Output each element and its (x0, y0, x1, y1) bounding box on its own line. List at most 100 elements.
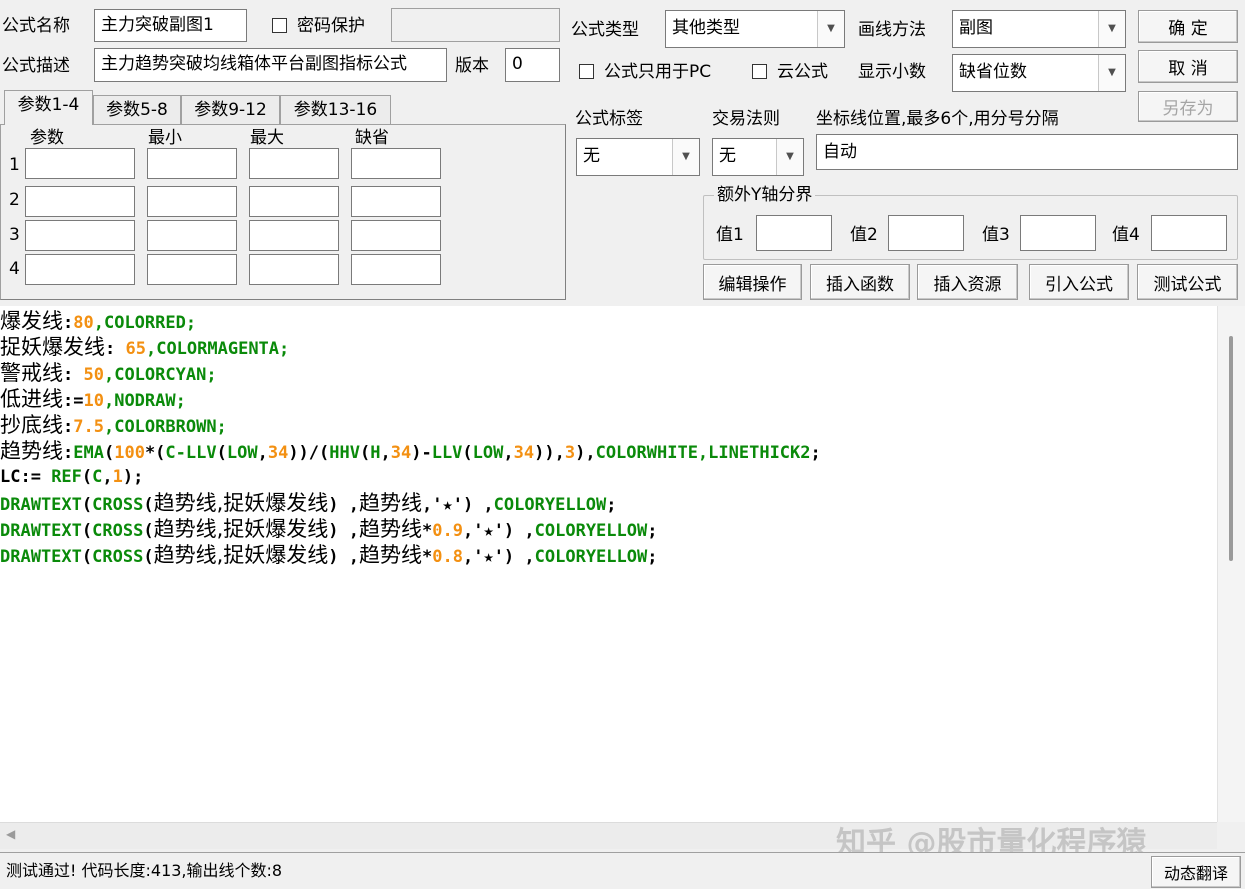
formula-type-label: 公式类型 (571, 20, 639, 40)
value4-input[interactable] (1151, 215, 1227, 251)
value1-input[interactable] (756, 215, 832, 251)
param-3-min-input[interactable] (147, 220, 237, 251)
formula-name-input[interactable]: 主力突破副图1 (94, 9, 247, 42)
param-2-min-input[interactable] (147, 186, 237, 217)
param-header-name: 参数 (30, 128, 64, 148)
dynamic-translate-button[interactable]: 动态翻译 (1151, 856, 1241, 888)
scroll-left-arrow-icon[interactable]: ◀ (6, 827, 15, 841)
draw-method-select[interactable]: 副图 ▼ (952, 10, 1126, 48)
star-icon: ★ (442, 495, 453, 515)
password-input[interactable] (391, 8, 560, 42)
value1-label: 值1 (716, 225, 744, 245)
trade-rule-value: 无 (719, 146, 736, 166)
param-1-max-input[interactable] (249, 148, 339, 179)
coord-lines-input[interactable]: 自动 (816, 134, 1238, 170)
tab-params-5-8[interactable]: 参数5-8 (93, 95, 181, 125)
formula-type-select[interactable]: 其他类型 ▼ (665, 10, 845, 48)
formula-desc-input[interactable]: 主力趋势突破均线箱体平台副图指标公式 (94, 48, 447, 82)
code-line: 低进线:=10,NODRAW; (0, 387, 186, 411)
value3-label: 值3 (982, 225, 1010, 245)
param-3-default-input[interactable] (351, 220, 441, 251)
draw-method-label: 画线方法 (858, 20, 926, 40)
value2-label: 值2 (850, 225, 878, 245)
formula-tag-label: 公式标签 (575, 109, 643, 129)
show-decimals-select[interactable]: 缺省位数 ▼ (952, 54, 1126, 92)
insert-resource-button[interactable]: 插入资源 (917, 264, 1018, 300)
tab-params-13-16[interactable]: 参数13-16 (280, 95, 391, 125)
param-2-name-input[interactable] (25, 186, 135, 217)
scroll-thumb[interactable] (1229, 336, 1233, 561)
pc-only-label: 公式只用于PC (604, 62, 712, 82)
param-1-name-input[interactable] (25, 148, 135, 179)
show-decimals-label: 显示小数 (858, 62, 926, 82)
code-line: 警戒线: 50,COLORCYAN; (0, 361, 217, 385)
formula-tag-select[interactable]: 无 ▼ (576, 138, 700, 176)
value2-input[interactable] (888, 215, 964, 251)
password-protect-label: 密码保护 (297, 16, 365, 36)
show-decimals-value: 缺省位数 (959, 62, 1027, 82)
coord-lines-label: 坐标线位置,最多6个,用分号分隔 (816, 109, 1059, 129)
save-as-button[interactable]: 另存为 (1138, 91, 1238, 122)
star-icon: ★ (483, 547, 494, 567)
formula-type-value: 其他类型 (672, 18, 740, 38)
formula-desc-label: 公式描述 (2, 56, 70, 76)
param-header-default: 缺省 (355, 128, 389, 148)
cloud-formula-checkbox[interactable] (752, 64, 767, 79)
chevron-down-icon[interactable]: ▼ (817, 11, 844, 47)
param-header-max: 最大 (250, 128, 284, 148)
param-2-max-input[interactable] (249, 186, 339, 217)
param-header-min: 最小 (148, 128, 182, 148)
insert-function-button[interactable]: 插入函数 (810, 264, 910, 300)
code-line: DRAWTEXT(CROSS(趋势线,捉妖爆发线) ,趋势线*0.8,'★') … (0, 543, 658, 567)
status-bar: 测试通过! 代码长度:413,输出线个数:8 动态翻译 (0, 852, 1245, 889)
code-line: 爆发线:80,COLORRED; (0, 309, 197, 333)
pc-only-checkbox[interactable] (579, 64, 594, 79)
extra-y-axis-label: 额外Y轴分界 (714, 183, 816, 207)
value3-input[interactable] (1020, 215, 1096, 251)
cloud-formula-label: 云公式 (777, 62, 828, 82)
password-protect-checkbox[interactable] (272, 18, 287, 33)
code-line: DRAWTEXT(CROSS(趋势线,捉妖爆发线) ,趋势线,'★') ,COL… (0, 491, 617, 515)
chevron-down-icon[interactable]: ▼ (1098, 11, 1125, 47)
param-2-default-input[interactable] (351, 186, 441, 217)
version-label: 版本 (455, 56, 489, 76)
param-row-number: 1 (9, 155, 20, 175)
draw-method-value: 副图 (959, 18, 993, 38)
trade-rule-label: 交易法则 (712, 109, 780, 129)
version-input[interactable]: 0 (505, 48, 560, 82)
param-4-max-input[interactable] (249, 254, 339, 285)
chevron-down-icon[interactable]: ▼ (776, 139, 803, 175)
code-line: 趋势线:EMA(100*(C-LLV(LOW,34))/(HHV(H,34)-L… (0, 439, 821, 463)
tab-params-9-12[interactable]: 参数9-12 (181, 95, 280, 125)
formula-name-label: 公式名称 (2, 16, 70, 36)
ok-button[interactable]: 确 定 (1138, 10, 1238, 43)
cancel-button[interactable]: 取 消 (1138, 50, 1238, 83)
param-row-number: 3 (9, 225, 20, 245)
param-4-name-input[interactable] (25, 254, 135, 285)
star-icon: ★ (483, 521, 494, 541)
status-message: 测试通过! 代码长度:413,输出线个数:8 (6, 861, 283, 880)
vertical-scrollbar[interactable] (1217, 306, 1245, 822)
param-row-number: 4 (9, 259, 20, 279)
import-formula-button[interactable]: 引入公式 (1029, 264, 1129, 300)
chevron-down-icon[interactable]: ▼ (1098, 55, 1125, 91)
test-formula-button[interactable]: 测试公式 (1137, 264, 1238, 300)
param-3-name-input[interactable] (25, 220, 135, 251)
param-4-min-input[interactable] (147, 254, 237, 285)
value4-label: 值4 (1112, 225, 1140, 245)
param-1-default-input[interactable] (351, 148, 441, 179)
code-editor[interactable]: 爆发线:80,COLORRED; 捉妖爆发线: 65,COLORMAGENTA;… (0, 306, 1217, 824)
formula-tag-value: 无 (583, 146, 600, 166)
edit-ops-button[interactable]: 编辑操作 (703, 264, 802, 300)
code-line: DRAWTEXT(CROSS(趋势线,捉妖爆发线) ,趋势线*0.9,'★') … (0, 517, 658, 541)
param-4-default-input[interactable] (351, 254, 441, 285)
param-1-min-input[interactable] (147, 148, 237, 179)
code-line: 捉妖爆发线: 65,COLORMAGENTA; (0, 335, 290, 359)
param-row-number: 2 (9, 190, 20, 210)
code-line: 抄底线:7.5,COLORBROWN; (0, 413, 227, 437)
tab-params-1-4[interactable]: 参数1-4 (4, 90, 93, 125)
trade-rule-select[interactable]: 无 ▼ (712, 138, 804, 176)
chevron-down-icon[interactable]: ▼ (672, 139, 699, 175)
code-line: LC:= REF(C,1); (0, 467, 144, 487)
param-3-max-input[interactable] (249, 220, 339, 251)
